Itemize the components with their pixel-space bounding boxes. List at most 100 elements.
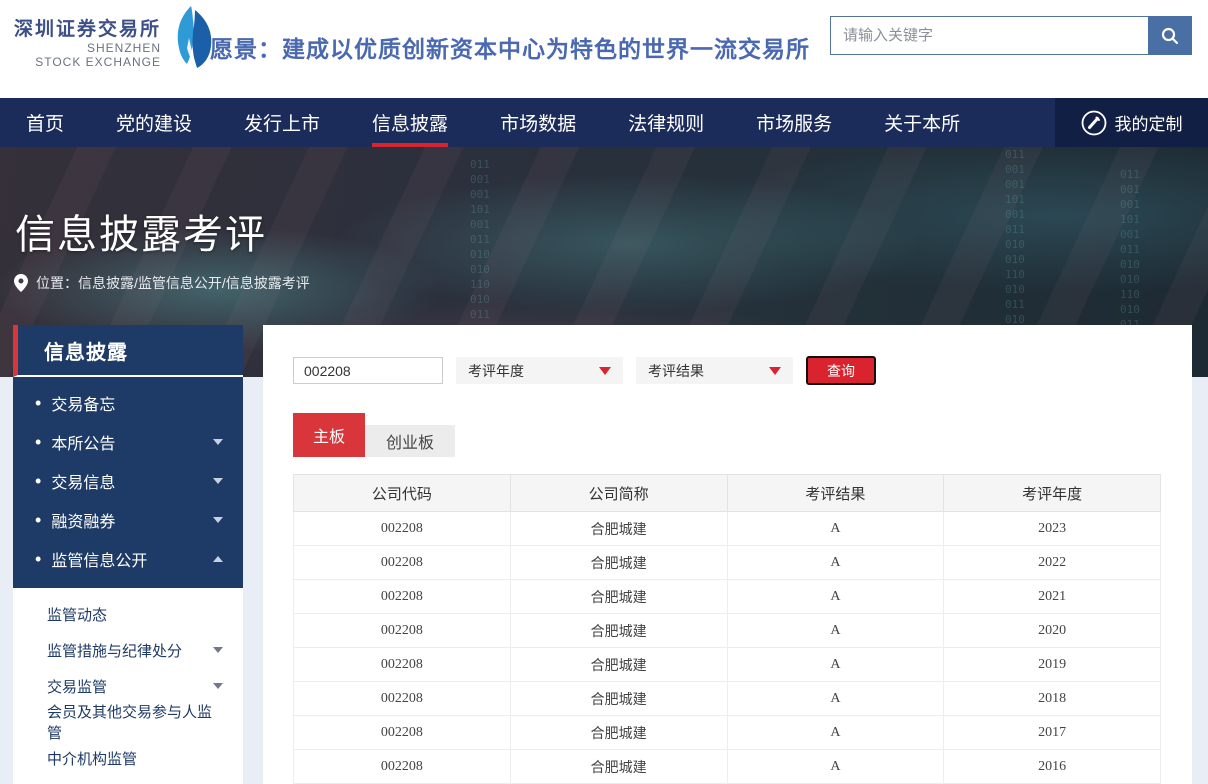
sidebar-item-3[interactable]: •融资融券 [13,500,243,539]
my-custom-button[interactable]: 我的定制 [1055,98,1208,147]
result-select-label: 考评结果 [648,361,704,381]
nav-item-6[interactable]: 市场服务 [730,98,858,147]
sidebar-item-label: 交易备忘 [51,391,223,415]
edit-pencil-icon [1081,110,1107,136]
search-input[interactable] [830,16,1148,55]
sidebar-item-0[interactable]: • 交易备忘 [13,383,243,422]
chevron-down-icon [213,647,223,653]
stock-code-input[interactable] [293,357,443,384]
bullet-icon: • [35,394,41,412]
nav-item-4[interactable]: 市场数据 [474,98,602,147]
table-cell: 合肥城建 [510,750,727,784]
table-cell: 合肥城建 [510,648,727,682]
tab-chinext[interactable]: 创业板 [365,425,455,457]
table-cell: 002208 [294,580,511,614]
table-cell: A [727,614,944,648]
chevron-up-icon [213,556,223,562]
column-header-1: 公司简称 [510,475,727,512]
logo-name-en1: SHENZHEN [14,41,161,55]
table-cell: 合肥城建 [510,580,727,614]
chevron-down-icon [213,683,223,689]
nav-item-5[interactable]: 法律规则 [602,98,730,147]
vision-statement: 愿景：建成以优质创新资本中心为特色的世界一流交易所 [210,30,810,64]
table-cell: 002208 [294,546,511,580]
query-button[interactable]: 查询 [806,356,876,385]
sidebar-subitem-2[interactable]: 交易监管 [13,668,243,704]
table-cell: 2016 [944,750,1161,784]
sidebar-title: 信息披露 [13,325,243,377]
table-cell: 002208 [294,682,511,716]
sidebar-submenu: 监管动态监管措施与纪律处分交易监管会员及其他交易参与人监管中介机构监管发行承销监… [13,588,243,784]
sidebar-item-label: 监管信息公开 [51,547,213,571]
nav-item-3[interactable]: 信息披露 [346,98,474,147]
my-custom-label: 我的定制 [1115,110,1183,135]
search-button[interactable] [1148,16,1192,55]
table-cell: 2022 [944,546,1161,580]
year-select[interactable]: 考评年度 [456,357,623,384]
table-row: 002208合肥城建A2018 [294,682,1161,716]
table-row: 002208合肥城建A2023 [294,512,1161,546]
sidebar-subitem-0[interactable]: 监管动态 [13,596,243,632]
main-nav: 首页党的建设发行上市信息披露市场数据法律规则市场服务关于本所 我的定制 [0,98,1208,147]
nav-items: 首页党的建设发行上市信息披露市场数据法律规则市场服务关于本所 [0,98,986,147]
table-cell: 002208 [294,648,511,682]
bullet-icon: • [35,433,41,451]
sidebar-item-1[interactable]: •本所公告 [13,422,243,461]
year-select-label: 考评年度 [468,361,524,381]
evaluation-table: 公司代码公司简称考评结果考评年度 002208合肥城建A2023002208合肥… [293,474,1161,784]
dropdown-arrow-icon [599,367,611,375]
table-row: 002208合肥城建A2019 [294,648,1161,682]
nav-item-2[interactable]: 发行上市 [218,98,346,147]
table-row: 002208合肥城建A2017 [294,716,1161,750]
table-cell: 002208 [294,750,511,784]
location-pin-icon [14,274,28,292]
logo-name-cn: 深圳证券交易所 [14,14,161,41]
sidebar-subitem-5[interactable]: 发行承销监管 [13,776,243,784]
breadcrumb: 位置：信息披露/监管信息公开/信息披露考评 [14,273,310,293]
sidebar: 信息披露 •交易备忘•本所公告•交易信息•融资融券•监管信息公开 监管动态监管措… [13,325,243,784]
sidebar-title-label: 信息披露 [44,336,128,365]
sidebar-item-label: 监管措施与纪律处分 [47,640,213,661]
nav-item-0[interactable]: 首页 [0,98,90,147]
nav-item-1[interactable]: 党的建设 [90,98,218,147]
page-title: 信息披露考评 [15,202,267,260]
table-cell: 合肥城建 [510,512,727,546]
sidebar-item-label: 交易监管 [47,676,213,697]
logo[interactable]: 深圳证券交易所 SHENZHEN STOCK EXCHANGE [14,12,219,70]
sidebar-item-4[interactable]: •监管信息公开 [13,539,243,578]
table-cell: 2018 [944,682,1161,716]
table-cell: 2020 [944,614,1161,648]
sidebar-subitem-1[interactable]: 监管措施与纪律处分 [13,632,243,668]
chevron-down-icon [213,478,223,484]
table-cell: 合肥城建 [510,716,727,750]
table-cell: A [727,716,944,750]
dropdown-arrow-icon [769,367,781,375]
sidebar-subitem-3[interactable]: 会员及其他交易参与人监管 [13,704,243,740]
table-cell: A [727,682,944,716]
table-cell: A [727,580,944,614]
column-header-2: 考评结果 [727,475,944,512]
table-header: 公司代码公司简称考评结果考评年度 [294,475,1161,512]
search-icon [1160,26,1180,46]
sidebar-item-label: 中介机构监管 [47,748,223,769]
column-header-3: 考评年度 [944,475,1161,512]
sidebar-item-label: 会员及其他交易参与人监管 [47,701,223,743]
table-cell: A [727,546,944,580]
table-row: 002208合肥城建A2016 [294,750,1161,784]
result-select[interactable]: 考评结果 [636,357,793,384]
logo-name-en2: STOCK EXCHANGE [14,55,161,69]
table-cell: 合肥城建 [510,546,727,580]
sidebar-subitem-4[interactable]: 中介机构监管 [13,740,243,776]
site-search [830,16,1192,55]
tab-main-board[interactable]: 主板 [293,413,365,457]
nav-item-7[interactable]: 关于本所 [858,98,986,147]
sidebar-item-2[interactable]: •交易信息 [13,461,243,500]
sidebar-menu: •交易备忘•本所公告•交易信息•融资融券•监管信息公开 [13,377,243,588]
table-row: 002208合肥城建A2020 [294,614,1161,648]
table-cell: A [727,648,944,682]
chevron-down-icon [213,439,223,445]
table-cell: 002208 [294,512,511,546]
table-cell: 2021 [944,580,1161,614]
table-cell: 002208 [294,614,511,648]
site-header: 深圳证券交易所 SHENZHEN STOCK EXCHANGE 愿景：建成以优质… [0,0,1208,98]
